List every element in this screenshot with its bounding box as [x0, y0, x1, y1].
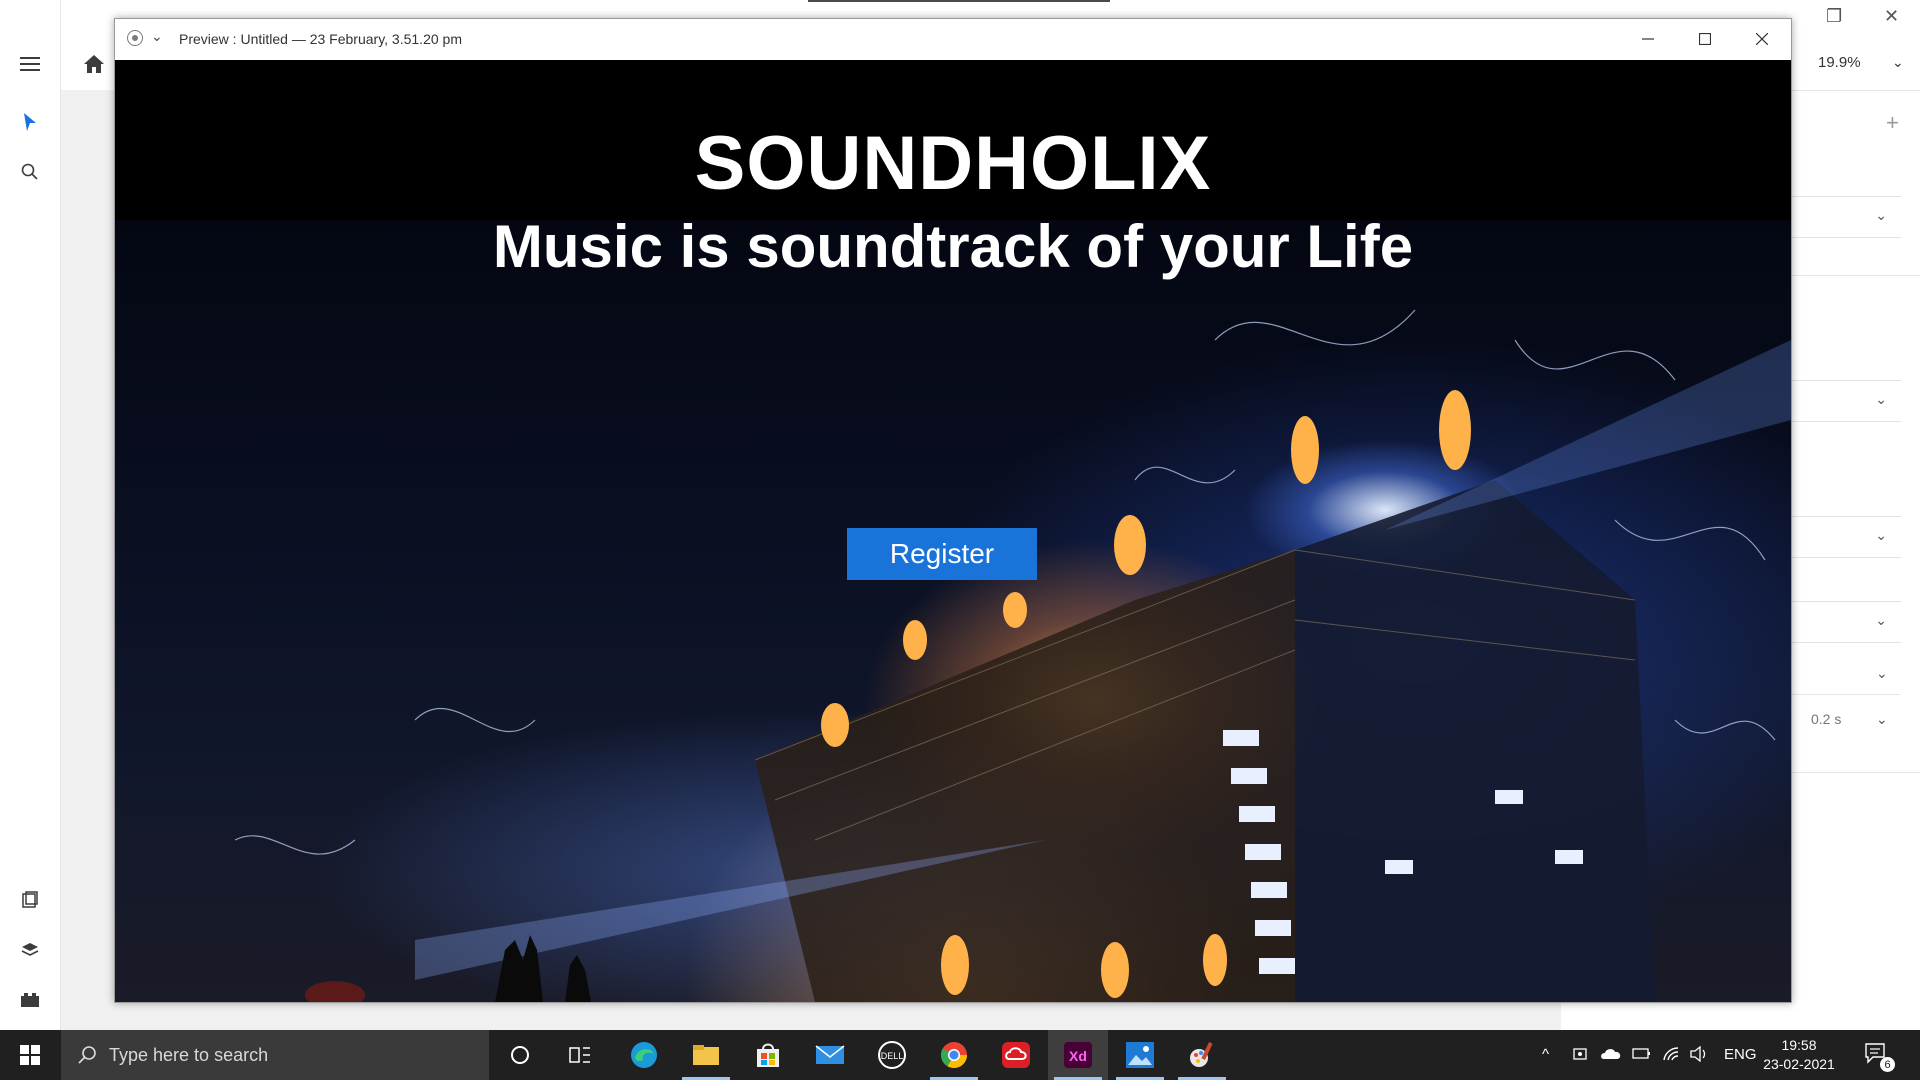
- windows-logo-icon: [20, 1045, 40, 1065]
- preview-titlebar[interactable]: ⌄ Preview : Untitled — 23 February, 3.51…: [115, 19, 1791, 60]
- maximize-icon[interactable]: [1690, 25, 1720, 53]
- paint-icon[interactable]: [1172, 1030, 1232, 1080]
- plugins-panel-icon[interactable]: [16, 986, 44, 1014]
- battery-icon[interactable]: [1632, 1046, 1652, 1064]
- onedrive-icon[interactable]: [1600, 1046, 1622, 1064]
- language-indicator[interactable]: ENG: [1724, 1046, 1757, 1063]
- svg-text:Xd: Xd: [1069, 1048, 1087, 1064]
- chevron-down-icon[interactable]: ⌄: [1876, 665, 1888, 682]
- divider: [1790, 275, 1920, 276]
- svg-text:DELL: DELL: [881, 1051, 904, 1061]
- zoom-dropdown-chevron-icon[interactable]: ⌄: [1892, 54, 1904, 71]
- store-icon[interactable]: [738, 1030, 798, 1080]
- preview-window: ⌄ Preview : Untitled — 23 February, 3.51…: [114, 18, 1792, 1003]
- chrome-icon[interactable]: [924, 1030, 984, 1080]
- taskbar-search-box[interactable]: Type here to search: [61, 1030, 489, 1080]
- divider: [1790, 90, 1920, 91]
- chevron-down-icon[interactable]: ⌄: [151, 28, 163, 45]
- task-view-icon[interactable]: [550, 1030, 610, 1080]
- xd-icon[interactable]: Xd: [1048, 1030, 1108, 1080]
- minimize-icon[interactable]: [1633, 25, 1663, 53]
- cortana-icon[interactable]: [490, 1030, 550, 1080]
- register-button[interactable]: Register: [847, 528, 1037, 580]
- edge-icon[interactable]: [614, 1030, 674, 1080]
- site-header: SOUNDHOLIX: [115, 60, 1791, 220]
- creative-cloud-icon[interactable]: [986, 1030, 1046, 1080]
- record-video-icon[interactable]: [127, 30, 143, 46]
- clock-date: 23-02-2021: [1763, 1056, 1835, 1072]
- start-button[interactable]: [0, 1030, 60, 1080]
- chevron-down-icon: ⌄: [1875, 391, 1887, 407]
- duration-value[interactable]: 0.2 s: [1811, 711, 1841, 727]
- prototype-artboard: SOUNDHOLIX Music is soundtrack of your L…: [115, 60, 1791, 1002]
- chevron-down-icon: ⌄: [1875, 612, 1887, 628]
- xd-active-tab-indicator: [808, 0, 1110, 2]
- brand-title: SOUNDHOLIX: [694, 121, 1212, 206]
- chevron-down-icon: ⌄: [1875, 527, 1887, 543]
- close-icon[interactable]: [1747, 25, 1777, 53]
- select-tool-icon[interactable]: [16, 108, 44, 136]
- divider: [1790, 694, 1900, 695]
- add-icon[interactable]: +: [1886, 110, 1899, 136]
- windows-taskbar: Type here to search DELL Xd ^ ENG 19:58 …: [0, 1030, 1920, 1080]
- xd-property-inspector: [1790, 0, 1920, 1030]
- zoom-tool-icon[interactable]: [16, 158, 44, 186]
- divider: [1790, 772, 1920, 773]
- wifi-icon[interactable]: [1662, 1046, 1682, 1066]
- property-dropdown[interactable]: ⌄: [1790, 601, 1901, 643]
- xd-left-toolbar: [0, 0, 61, 1030]
- preview-title: Preview : Untitled — 23 February, 3.51.2…: [179, 31, 462, 47]
- taskbar-clock[interactable]: 19:58 23-02-2021: [1762, 1036, 1836, 1074]
- zoom-level[interactable]: 19.9%: [1818, 54, 1861, 71]
- property-dropdown[interactable]: ⌄: [1790, 196, 1901, 238]
- dell-icon[interactable]: DELL: [862, 1030, 922, 1080]
- clock-time: 19:58: [1781, 1037, 1817, 1053]
- file-explorer-icon[interactable]: [676, 1030, 736, 1080]
- layers-panel-icon[interactable]: [16, 936, 44, 964]
- restore-window-icon[interactable]: ❐: [1826, 6, 1842, 27]
- property-dropdown[interactable]: ⌄: [1790, 380, 1901, 422]
- search-placeholder: Type here to search: [109, 1045, 269, 1065]
- chevron-down-icon[interactable]: ⌄: [1876, 711, 1888, 728]
- concert-stage-illustration: [234, 309, 1791, 1002]
- search-icon: [78, 1046, 96, 1064]
- photos-icon[interactable]: [1110, 1030, 1170, 1080]
- show-hidden-icons-icon[interactable]: ^: [1542, 1046, 1549, 1063]
- home-icon[interactable]: [80, 50, 108, 78]
- property-dropdown[interactable]: ⌄: [1790, 516, 1901, 558]
- meet-now-icon[interactable]: [1572, 1046, 1588, 1066]
- hero-tagline: Music is soundtrack of your Life: [492, 213, 1414, 280]
- hero-concert-image: Music is soundtrack of your Life Registe…: [115, 213, 1791, 1002]
- hamburger-menu-icon[interactable]: [16, 50, 44, 78]
- notification-count-badge: 6: [1880, 1057, 1895, 1072]
- close-app-icon[interactable]: ✕: [1884, 6, 1899, 27]
- assets-panel-icon[interactable]: [16, 886, 44, 914]
- mail-icon[interactable]: [800, 1030, 860, 1080]
- volume-icon[interactable]: [1690, 1045, 1710, 1066]
- chevron-down-icon: ⌄: [1875, 207, 1887, 223]
